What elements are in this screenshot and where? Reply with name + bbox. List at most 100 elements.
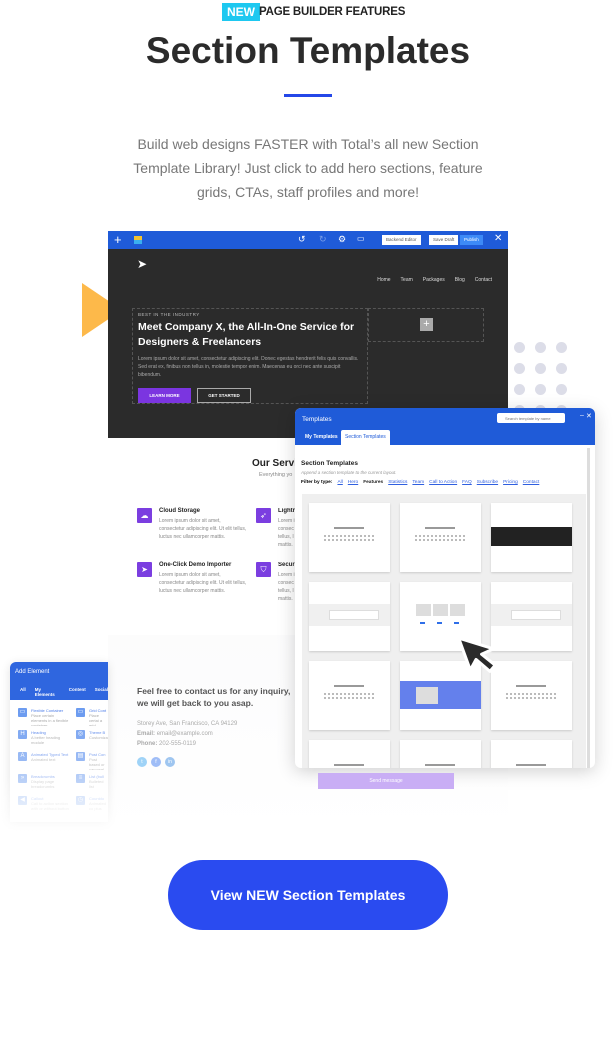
add-element-tabs: All My Elements Content Social	[20, 687, 108, 697]
template-thumbnail[interactable]	[309, 582, 390, 651]
email[interactable]: email@example.com	[157, 731, 213, 737]
linkedin-icon[interactable]: in	[165, 757, 175, 767]
title-underline	[284, 94, 332, 97]
template-thumbnail[interactable]	[400, 503, 481, 572]
filter-label: Filter by type:	[301, 480, 333, 485]
redo-icon[interactable]: ↻	[319, 234, 327, 245]
new-badge: NEW	[222, 3, 260, 21]
publish-button[interactable]: Publish	[460, 235, 483, 245]
nav-item[interactable]: Home	[377, 277, 390, 283]
logo-icon: ➤	[137, 257, 148, 271]
template-thumbnail[interactable]	[491, 740, 572, 768]
close-icon[interactable]: ✕	[494, 233, 502, 244]
tab-social[interactable]: Social	[95, 687, 108, 697]
element-desc: A better heading module	[31, 735, 61, 745]
element-icon: ▤	[76, 752, 85, 761]
send-message-button[interactable]: Send message	[318, 773, 454, 789]
element-desc: Animated text	[31, 757, 56, 762]
nav-item[interactable]: Blog	[455, 277, 465, 283]
service-item: ➶ Lightn Lorem i consec tellus, l mattis.	[256, 508, 296, 549]
template-thumbnail[interactable]	[309, 740, 390, 768]
view-section-templates-button[interactable]: View NEW Section Templates	[168, 860, 448, 930]
service-title: Lightn	[278, 508, 296, 514]
service-text: Lorem ipsum dolor sit amet, consectetur …	[159, 518, 247, 540]
filter-subscribe[interactable]: Subscribe	[477, 480, 498, 485]
cursor-arrow-icon	[459, 636, 497, 673]
element-desc: Post based or carousel	[89, 757, 105, 770]
templates-header: Templates – ✕ My Templates Section Templ…	[295, 408, 595, 445]
tab-section-templates[interactable]: Section Templates	[341, 430, 390, 445]
get-started-button[interactable]: GET STARTED	[197, 388, 251, 403]
phone: 202-555-0119	[159, 741, 196, 747]
filter-statistics[interactable]: Statistics	[388, 480, 407, 485]
service-title: Cloud Storage	[159, 508, 201, 514]
services-title: Our Servi	[252, 458, 298, 469]
builder-toolbar: + ↺ ↻ ⚙ ▭ Backend Editor Save Draft Publ…	[108, 231, 508, 249]
add-element-header: Add Element All My Elements Content Social	[10, 662, 108, 700]
filter-faq[interactable]: FAQ	[462, 480, 472, 485]
service-title: One-Click Demo Importer	[159, 562, 232, 568]
filter-contact[interactable]: Contact	[523, 480, 540, 485]
backend-editor-button[interactable]: Backend Editor	[382, 235, 421, 245]
close-icon[interactable]: ✕	[586, 412, 592, 420]
tab-content[interactable]: Content	[69, 687, 86, 697]
element-icon: ▭	[76, 708, 85, 717]
tab-all[interactable]: All	[20, 687, 26, 697]
scrollbar[interactable]	[587, 448, 590, 768]
filter-pricing[interactable]: Pricing	[503, 480, 518, 485]
services-subtitle: Everything yo	[259, 472, 293, 478]
cloud-icon: ☁	[137, 508, 152, 523]
filter-call-to-action[interactable]: Call to Action	[429, 480, 457, 485]
minimize-icon[interactable]: –	[580, 412, 584, 419]
service-text: Lorem i consec tellus, l mattis.	[278, 572, 295, 602]
nav-item[interactable]: Packages	[423, 277, 445, 283]
service-text: Lorem ipsum dolor sit amet, consectetur …	[159, 572, 247, 594]
filter-features[interactable]: Features	[363, 480, 383, 485]
phone-label: Phone:	[137, 741, 158, 747]
template-thumbnail[interactable]	[400, 740, 481, 768]
settings-icon[interactable]: ⚙	[338, 234, 346, 245]
nav-item[interactable]: Contact	[475, 277, 492, 283]
bottom-fade	[0, 770, 616, 840]
tab-my-elements[interactable]: My Elements	[35, 687, 60, 697]
add-icon[interactable]: +	[114, 232, 122, 247]
filter-all[interactable]: All	[337, 480, 342, 485]
hero-column: BEST IN THE INDUSTRY Meet Company X, the…	[132, 308, 368, 404]
element-item[interactable]: ▭ Grid Cont Place certai a grid.	[76, 708, 108, 726]
learn-more-button[interactable]: LEARN MORE	[138, 388, 191, 403]
filter-team[interactable]: Team	[412, 480, 424, 485]
intro-text: Build web designs FASTER with Total’s al…	[133, 136, 483, 200]
site-nav: Home Team Packages Blog Contact	[377, 277, 492, 283]
layout-icon[interactable]	[134, 236, 142, 244]
nav-item[interactable]: Team	[401, 277, 413, 283]
element-desc: Place certain elements in a flexible con…	[31, 713, 69, 726]
device-icon[interactable]: ▭	[357, 234, 365, 243]
hero-heading: Meet Company X, the All-In-One Service f…	[138, 321, 355, 348]
tab-my-templates[interactable]: My Templates	[305, 434, 338, 440]
template-thumbnail[interactable]	[309, 661, 390, 730]
element-icon: ◎	[76, 730, 85, 739]
template-thumbnail[interactable]	[309, 503, 390, 572]
twitter-icon[interactable]: t	[137, 757, 147, 767]
element-item[interactable]: ▤ Post Con Post based or carousel	[76, 752, 108, 770]
template-search-input[interactable]	[497, 413, 565, 423]
element-item[interactable]: ▭ Flexible Container Place certain element…	[18, 708, 70, 726]
facebook-icon[interactable]: f	[151, 757, 161, 767]
add-element-icon[interactable]: +	[420, 318, 433, 331]
save-draft-button[interactable]: Save Draft	[429, 235, 459, 245]
service-text: Lorem i consec tellus, l mattis.	[278, 518, 295, 548]
undo-icon[interactable]: ↺	[298, 234, 306, 245]
template-grid	[302, 494, 586, 768]
section-templates-sub: Append a section template to the current…	[301, 470, 397, 475]
page-title: Section Templates	[145, 30, 471, 71]
rocket-icon: ➶	[256, 508, 271, 523]
filter-hero[interactable]: Hero	[348, 480, 358, 485]
element-item[interactable]: ◎Theme BCustomizabl	[76, 730, 108, 748]
template-thumbnail[interactable]	[491, 503, 572, 572]
element-item[interactable]: H Heading A better heading module	[18, 730, 70, 748]
contact-info: Storey Ave, San Francisco, CA 94129 Emai…	[137, 719, 237, 749]
hero-body: Lorem ipsum dolor sit amet, consectetur …	[138, 356, 359, 378]
element-desc: Place certai a grid.	[89, 713, 103, 726]
element-item[interactable]: A Animated Typed Text Animated text	[18, 752, 70, 770]
element-icon: ▭	[18, 708, 27, 717]
